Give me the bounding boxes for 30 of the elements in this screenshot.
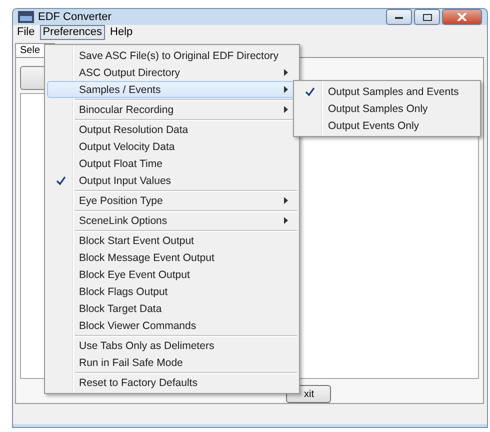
- menu-item[interactable]: Block Eye Event Output: [47, 266, 297, 283]
- close-button[interactable]: [442, 9, 482, 25]
- minimize-button[interactable]: [386, 9, 412, 25]
- menu-item[interactable]: Output Velocity Data: [47, 138, 297, 155]
- menu-item[interactable]: Block Target Data: [47, 300, 297, 317]
- maximize-icon: [422, 14, 432, 20]
- menu-item[interactable]: Block Flags Output: [47, 283, 297, 300]
- minimize-icon: [395, 16, 403, 18]
- menu-item[interactable]: Output Samples and Events: [296, 83, 478, 100]
- window-title: EDF Converter: [38, 11, 112, 23]
- close-icon: [457, 13, 467, 21]
- menu-item[interactable]: Run in Fail Safe Mode: [47, 354, 297, 371]
- menu-item[interactable]: Output Input Values: [47, 172, 297, 189]
- menu-item[interactable]: Use Tabs Only as Delimeters: [47, 337, 297, 354]
- menu-item[interactable]: SceneLink Options: [47, 212, 297, 229]
- menu-item[interactable]: Block Viewer Commands: [47, 317, 297, 334]
- menu-item[interactable]: Block Start Event Output: [47, 232, 297, 249]
- menu-item[interactable]: Output Resolution Data: [47, 121, 297, 138]
- menu-item[interactable]: Output Float Time: [47, 155, 297, 172]
- maximize-button[interactable]: [414, 9, 440, 25]
- menu-item[interactable]: Eye Position Type: [47, 192, 297, 209]
- menu-item[interactable]: Block Message Event Output: [47, 249, 297, 266]
- app-icon: [18, 11, 34, 23]
- menu-item[interactable]: Output Events Only: [296, 117, 478, 134]
- menu-title[interactable]: File: [14, 25, 38, 40]
- menu-item[interactable]: Binocular Recording: [47, 101, 297, 118]
- menu-item[interactable]: Output Samples Only: [296, 100, 478, 117]
- menu-title[interactable]: Preferences: [40, 25, 106, 40]
- menu-title[interactable]: Help: [107, 25, 136, 40]
- menu-item[interactable]: ASC Output Directory: [47, 64, 297, 81]
